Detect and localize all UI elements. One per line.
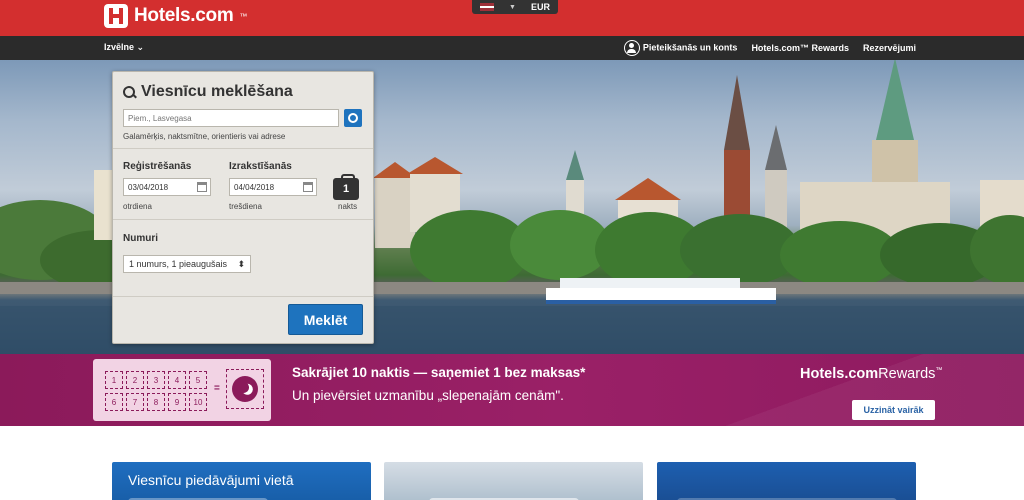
currency-label: EUR [530, 2, 550, 12]
rewards-logo: Hotels.comRewards™ [800, 366, 942, 382]
stamp-6: 6 [105, 393, 123, 411]
promo-card-title: Viesnīcu piedāvājumi vietā [128, 472, 294, 488]
rewards-logo-tm: ™ [935, 367, 943, 375]
stamp-10: 10 [189, 393, 207, 411]
free-night-stamp [226, 369, 264, 409]
rewards-stamp-card: 1 2 3 4 5 6 7 8 9 10 = [93, 359, 271, 421]
divider [113, 296, 373, 297]
destination-input[interactable] [123, 109, 339, 127]
rewards-title: Sakrājiet 10 naktis — saņemiet 1 bez mak… [292, 365, 586, 380]
search-icon [123, 85, 136, 99]
nav-bookings-link[interactable]: Rezervējumi [863, 43, 916, 53]
stamp-1: 1 [105, 371, 123, 389]
stamp-8: 8 [147, 393, 165, 411]
stamp-2: 2 [126, 371, 144, 389]
search-title-text: Viesnīcu meklēšana [141, 83, 293, 100]
search-panel-title: Viesnīcu meklēšana [123, 83, 293, 101]
latvia-flag-icon [480, 3, 494, 11]
search-button[interactable]: Meklēt [288, 304, 363, 335]
checkout-weekday: trešdiena [229, 202, 262, 211]
signin-label: Pieteikšanās un konts [642, 42, 738, 53]
nights-label: nakts [338, 202, 358, 211]
stamp-9: 9 [168, 393, 186, 411]
promo-card-3[interactable] [657, 462, 916, 500]
main-nav: Izvēlne ⌄ Pieteikšanās un konts Hotels.c… [0, 36, 1024, 60]
moon-icon [232, 376, 258, 402]
calendar-icon [303, 182, 313, 192]
stamp-5: 5 [189, 371, 207, 389]
destination-hint: Galamērķis, naktsmītne, orientieris vai … [123, 132, 286, 141]
stamp-7: 7 [126, 393, 144, 411]
checkout-label: Izrakstīšanās [229, 161, 292, 172]
divider [113, 148, 373, 149]
calendar-icon [197, 182, 207, 192]
select-arrows-icon: ⬍ [237, 258, 245, 269]
checkin-date-value: 03/04/2018 [128, 183, 169, 192]
hotels-logo-icon [104, 4, 128, 28]
stamp-4: 4 [168, 371, 186, 389]
dropdown-arrow-icon: ▼ [509, 3, 516, 11]
hotel-search-panel: Viesnīcu meklēšana Galamērķis, naktsmītn… [112, 71, 374, 344]
promo-card-2[interactable] [384, 462, 643, 500]
checkout-date-value: 04/04/2018 [234, 183, 275, 192]
rooms-select-value: 1 numurs, 1 pieaugušais [129, 259, 228, 269]
nav-right-links: Pieteikšanās un konts Hotels.com™ Reward… [623, 36, 916, 60]
hotels-logo[interactable]: Hotels.com ™ [104, 2, 247, 30]
brand-name: Hotels.com [134, 5, 234, 26]
promo-card-deals[interactable]: Viesnīcu piedāvājumi vietā [112, 462, 371, 500]
nav-signin-link[interactable]: Pieteikšanās un konts [623, 40, 738, 56]
checkin-label: Reģistrēšanās [123, 161, 192, 172]
divider [113, 219, 373, 220]
rewards-banner: 1 2 3 4 5 6 7 8 9 10 = Sakrājiet 10 nakt… [0, 354, 1024, 426]
nights-count-badge: 1 [333, 174, 359, 200]
learn-more-button[interactable]: Uzzināt vairāk [852, 400, 935, 420]
equals-sign: = [214, 383, 220, 394]
nav-menu-choose[interactable]: Izvēlne ⌄ [104, 42, 144, 53]
rewards-subtitle: Un pievērsiet uzmanību „slepenajām cenām… [292, 388, 564, 403]
rooms-label: Numuri [123, 233, 158, 244]
rooms-select[interactable]: 1 numurs, 1 pieaugušais ⬍ [123, 255, 251, 273]
promo-section: Viesnīcu piedāvājumi vietā [0, 426, 1024, 500]
brand-tm: ™ [239, 11, 248, 21]
checkin-date-field[interactable]: 03/04/2018 [123, 178, 211, 196]
user-icon [623, 40, 640, 56]
stamp-3: 3 [147, 371, 165, 389]
nav-rewards-link[interactable]: Hotels.com™ Rewards [751, 43, 849, 53]
location-target-icon [348, 113, 358, 123]
checkin-weekday: otrdiena [123, 202, 152, 211]
checkout-date-field[interactable]: 04/04/2018 [229, 178, 317, 196]
current-location-button[interactable] [344, 109, 362, 127]
top-header: Hotels.com ™ ▼ EUR [0, 0, 1024, 36]
rewards-logo-sub: Rewards [878, 366, 936, 382]
rewards-logo-main: Hotels.com [800, 366, 879, 382]
locale-currency-selector[interactable]: ▼ EUR [472, 0, 558, 14]
